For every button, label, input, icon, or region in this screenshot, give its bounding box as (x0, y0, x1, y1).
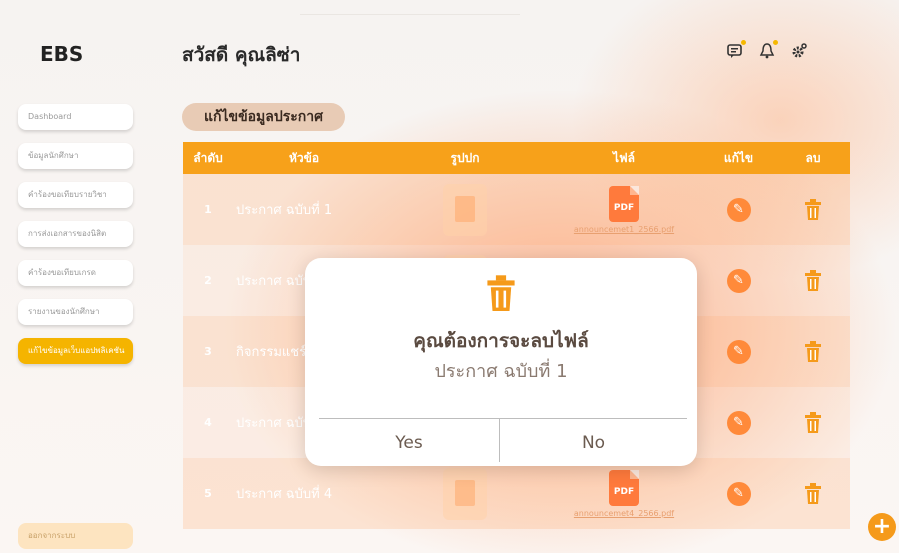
sidebar-item-grade-transfer[interactable]: คำร้องขอเทียบเกรด (18, 260, 133, 286)
header-delete: ลบ (805, 151, 821, 165)
section-title: แก้ไขข้อมูลประกาศ (182, 103, 345, 131)
no-button[interactable]: No (500, 428, 687, 458)
pdf-icon[interactable]: PDF (609, 469, 639, 506)
row-title: ประกาศ ฉบับที่ 1 (236, 203, 333, 218)
notification-dot (773, 40, 778, 45)
delete-icon[interactable] (803, 198, 823, 221)
trash-icon (484, 274, 518, 318)
file-name[interactable]: announcemet1_2566.pdf (574, 225, 674, 234)
header-file: ไฟล์ (613, 151, 635, 165)
delete-icon[interactable] (803, 340, 823, 363)
logout-button[interactable]: ออกจากระบบ (18, 523, 133, 549)
header-title: หัวข้อ (289, 151, 320, 165)
row-number: 2 (204, 274, 212, 287)
row-number: 4 (204, 416, 212, 429)
greeting: สวัสดี คุณลิซ่า (182, 44, 301, 66)
sidebar-item-dashboard[interactable]: Dashboard (18, 104, 133, 130)
notification-dot (741, 40, 746, 45)
bell-icon[interactable] (758, 40, 778, 60)
sidebar-item-reports[interactable]: รายงานของนักศึกษา (18, 299, 133, 325)
file-cell[interactable]: PDF announcemet4_2566.pdf (547, 469, 701, 518)
row-number: 5 (204, 487, 212, 500)
edit-icon[interactable]: ✎ (726, 197, 751, 222)
file-cell[interactable]: PDF announcemet1_2566.pdf (547, 185, 701, 234)
row-number: 1 (204, 203, 212, 216)
pdf-icon[interactable]: PDF (609, 185, 639, 222)
delete-confirm-dialog: คุณต้องการจะลบไฟล์ ประกาศ ฉบับที่ 1 Yes … (305, 258, 697, 466)
table-row: 5 ประกาศ ฉบับที่ 4 PDF announcemet4_2566… (183, 458, 850, 529)
yes-button[interactable]: Yes (319, 428, 499, 458)
dialog-subtitle: ประกาศ ฉบับที่ 1 (434, 361, 568, 382)
watermark (300, 0, 520, 15)
table-row: 1 ประกาศ ฉบับที่ 1 PDF announcemet1_2566… (183, 174, 850, 245)
gear-icon[interactable] (790, 42, 808, 60)
sidebar-item-course-transfer[interactable]: คำร้องขอเทียบรายวิชา (18, 182, 133, 208)
add-button[interactable]: + (868, 513, 896, 541)
edit-icon[interactable]: ✎ (726, 339, 751, 364)
divider (319, 418, 687, 419)
delete-icon[interactable] (803, 411, 823, 434)
table-header: ลำดับ หัวข้อ รูปปก ไฟล์ แก้ไข ลบ (183, 142, 850, 174)
edit-icon[interactable]: ✎ (726, 268, 751, 293)
app-logo: EBS (40, 42, 84, 66)
cover-image (443, 467, 487, 520)
delete-icon[interactable] (803, 269, 823, 292)
edit-icon[interactable]: ✎ (726, 481, 751, 506)
sidebar-item-documents[interactable]: การส่งเอกสารของนิสิต (18, 221, 133, 247)
sidebar-item-edit-app[interactable]: แก้ไขข้อมูลเว็บแอปพลิเคชัน (18, 338, 133, 364)
header-edit: แก้ไข (723, 151, 754, 165)
row-number: 3 (204, 345, 212, 358)
chat-icon[interactable] (726, 40, 746, 60)
sidebar: Dashboard ข้อมูลนักศึกษา คำร้องขอเทียบรา… (18, 104, 133, 377)
edit-icon[interactable]: ✎ (726, 410, 751, 435)
row-title: ประกาศ ฉบับที่ 4 (236, 487, 333, 502)
header-no: ลำดับ (193, 151, 223, 165)
file-name[interactable]: announcemet4_2566.pdf (574, 509, 674, 518)
delete-icon[interactable] (803, 482, 823, 505)
header-icons (726, 40, 808, 60)
cover-image (443, 183, 487, 236)
sidebar-item-students[interactable]: ข้อมูลนักศึกษา (18, 143, 133, 169)
dialog-title: คุณต้องการจะลบไฟล์ (413, 330, 589, 352)
header-image: รูปปก (450, 151, 480, 165)
